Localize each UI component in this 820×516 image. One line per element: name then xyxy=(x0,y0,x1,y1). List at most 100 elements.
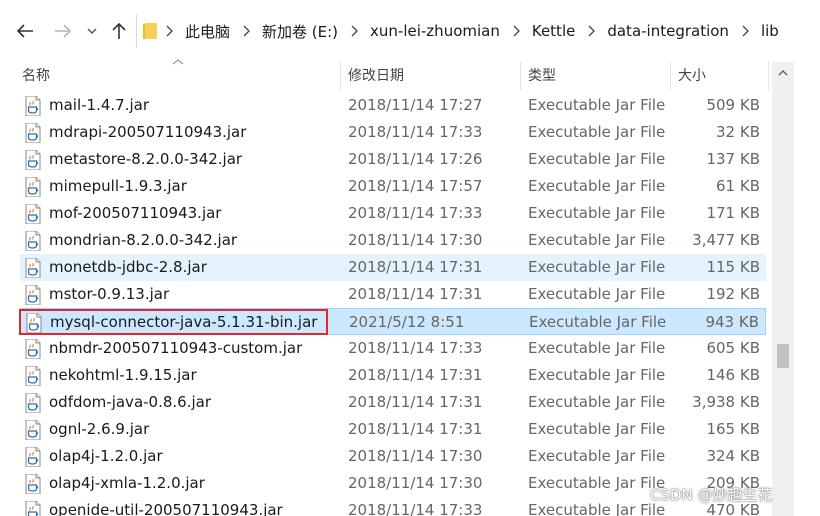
scrollbar-thumb[interactable] xyxy=(777,344,789,368)
file-modified-date: 2018/11/14 17:33 xyxy=(348,339,483,357)
file-name: mstor-0.9.13.jar xyxy=(49,285,170,303)
file-size: 605 KB xyxy=(706,339,760,357)
file-modified-date: 2021/5/12 8:51 xyxy=(349,313,465,331)
file-type: Executable Jar File xyxy=(528,447,666,465)
file-row[interactable]: mof-200507110943.jar 2018/11/14 17:33 Exec… xyxy=(20,200,766,227)
file-type: Executable Jar File xyxy=(528,204,666,222)
file-row[interactable]: monetdb-jdbc-2.8.jar 2018/11/14 17:31 Exec… xyxy=(20,254,766,281)
column-divider[interactable] xyxy=(670,62,671,90)
file-name: mail-1.4.7.jar xyxy=(49,96,150,114)
file-name: metastore-8.2.0.0-342.jar xyxy=(49,150,243,168)
file-name: monetdb-jdbc-2.8.jar xyxy=(49,258,207,276)
forward-arrow-icon xyxy=(55,24,72,38)
file-name: odfdom-java-0.8.6.jar xyxy=(49,393,212,411)
java-jar-file-icon xyxy=(25,257,41,279)
file-size: 3,477 KB xyxy=(692,231,760,249)
file-name: ognl-2.6.9.jar xyxy=(49,420,150,438)
breadcrumb-chevron-icon[interactable] xyxy=(157,25,181,37)
file-type: Executable Jar File xyxy=(528,177,666,195)
file-name: mondrian-8.2.0.0-342.jar xyxy=(49,231,238,249)
file-modified-date: 2018/11/14 17:33 xyxy=(348,204,483,222)
column-header-size[interactable]: 大小 xyxy=(678,62,758,90)
file-name: nekohtml-1.9.15.jar xyxy=(49,366,197,384)
file-name: olap4j-xmla-1.2.0.jar xyxy=(49,474,205,492)
java-jar-file-icon xyxy=(25,122,41,144)
file-modified-date: 2018/11/14 17:31 xyxy=(348,366,483,384)
column-divider[interactable] xyxy=(520,62,521,90)
file-type: Executable Jar File xyxy=(528,420,666,438)
up-arrow-icon xyxy=(112,22,126,39)
breadcrumb-this-pc[interactable]: 此电脑 xyxy=(181,21,234,42)
file-row[interactable]: olap4j-1.2.0.jar 2018/11/14 17:30 Executab… xyxy=(20,443,766,470)
breadcrumb-chevron-icon[interactable] xyxy=(234,25,258,37)
back-button[interactable] xyxy=(14,20,36,42)
scroll-up-button[interactable] xyxy=(772,62,794,82)
breadcrumb-folder[interactable]: Kettle xyxy=(528,22,579,40)
java-jar-file-icon xyxy=(25,500,41,516)
file-name: mof-200507110943.jar xyxy=(49,204,222,222)
file-size: 192 KB xyxy=(706,285,760,303)
column-divider[interactable] xyxy=(768,62,769,90)
breadcrumb-chevron-icon[interactable] xyxy=(579,25,603,37)
file-name: mimepull-1.9.3.jar xyxy=(49,177,187,195)
java-jar-file-icon xyxy=(25,203,41,225)
back-arrow-icon xyxy=(16,24,33,38)
column-header-name[interactable]: 名称 xyxy=(22,62,340,90)
file-size: 171 KB xyxy=(706,204,760,222)
java-jar-file-icon xyxy=(25,392,41,414)
file-row[interactable]: mdrapi-200507110943.jar 2018/11/14 17:33 E… xyxy=(20,119,766,146)
file-type: Executable Jar File xyxy=(528,501,666,516)
file-type: Executable Jar File xyxy=(528,123,666,141)
forward-button[interactable] xyxy=(52,20,74,42)
breadcrumb-chevron-icon[interactable] xyxy=(733,25,757,37)
breadcrumb-chevron-icon[interactable] xyxy=(504,25,528,37)
recent-locations-button[interactable] xyxy=(84,20,100,42)
file-modified-date: 2018/11/14 17:31 xyxy=(348,420,483,438)
column-header-type[interactable]: 类型 xyxy=(528,62,668,90)
file-name: mysql-connector-java-5.1.31-bin.jar xyxy=(50,313,318,331)
java-jar-file-icon xyxy=(25,230,41,252)
file-size: 146 KB xyxy=(706,366,760,384)
folder-icon xyxy=(143,23,157,39)
breadcrumb-folder[interactable]: xun-lei-zhuomian xyxy=(366,22,504,40)
file-row[interactable]: metastore-8.2.0.0-342.jar 2018/11/14 17:2… xyxy=(20,146,766,173)
breadcrumb-current-folder[interactable]: lib xyxy=(757,22,783,40)
breadcrumb-folder[interactable]: data-integration xyxy=(603,22,733,40)
file-name: mdrapi-200507110943.jar xyxy=(49,123,247,141)
breadcrumb-drive[interactable]: 新加卷 (E:) xyxy=(258,21,342,42)
file-row[interactable]: mail-1.4.7.jar 2018/11/14 17:27 Executable… xyxy=(20,92,766,119)
file-modified-date: 2018/11/14 17:27 xyxy=(348,96,483,114)
file-type: Executable Jar File xyxy=(528,474,666,492)
file-row[interactable]: mysql-connector-java-5.1.31-bin.jar 2021/… xyxy=(20,308,766,335)
file-row[interactable]: mondrian-8.2.0.0-342.jar 2018/11/14 17:30… xyxy=(20,227,766,254)
chevron-up-icon xyxy=(778,69,788,75)
file-modified-date: 2018/11/14 17:57 xyxy=(348,177,483,195)
file-size: 61 KB xyxy=(716,177,760,195)
address-bar[interactable]: 此电脑 新加卷 (E:) xun-lei-zhuomian Kettle dat… xyxy=(136,14,820,48)
file-list: mail-1.4.7.jar 2018/11/14 17:27 Executable… xyxy=(0,92,768,516)
file-size: 32 KB xyxy=(716,123,760,141)
column-header-date[interactable]: 修改日期 xyxy=(348,62,518,90)
file-row[interactable]: odfdom-java-0.8.6.jar 2018/11/14 17:31 Exe… xyxy=(20,389,766,416)
file-row[interactable]: nbmdr-200507110943-custom.jar 2018/11/14 … xyxy=(20,335,766,362)
up-button[interactable] xyxy=(108,20,130,42)
file-row[interactable]: mstor-0.9.13.jar 2018/11/14 17:31 Executab… xyxy=(20,281,766,308)
file-modified-date: 2018/11/14 17:30 xyxy=(348,447,483,465)
file-modified-date: 2018/11/14 17:31 xyxy=(348,258,483,276)
file-modified-date: 2018/11/14 17:26 xyxy=(348,150,483,168)
breadcrumb-chevron-icon[interactable] xyxy=(342,25,366,37)
file-row[interactable]: mimepull-1.9.3.jar 2018/11/14 17:57 Execut… xyxy=(20,173,766,200)
vertical-scrollbar[interactable] xyxy=(772,62,794,516)
file-modified-date: 2018/11/14 17:31 xyxy=(348,393,483,411)
file-name: openide-util-200507110943.jar xyxy=(49,501,283,516)
column-divider[interactable] xyxy=(340,62,341,90)
file-size: 3,938 KB xyxy=(692,393,760,411)
file-row[interactable]: nekohtml-1.9.15.jar 2018/11/14 17:31 Execu… xyxy=(20,362,766,389)
file-type: Executable Jar File xyxy=(528,339,666,357)
java-jar-file-icon xyxy=(25,284,41,306)
address-bar-area: 此电脑 新加卷 (E:) xun-lei-zhuomian Kettle dat… xyxy=(0,0,820,60)
java-jar-file-icon xyxy=(25,419,41,441)
java-jar-file-icon xyxy=(25,95,41,117)
file-size: 324 KB xyxy=(706,447,760,465)
file-row[interactable]: ognl-2.6.9.jar 2018/11/14 17:31 Executable… xyxy=(20,416,766,443)
